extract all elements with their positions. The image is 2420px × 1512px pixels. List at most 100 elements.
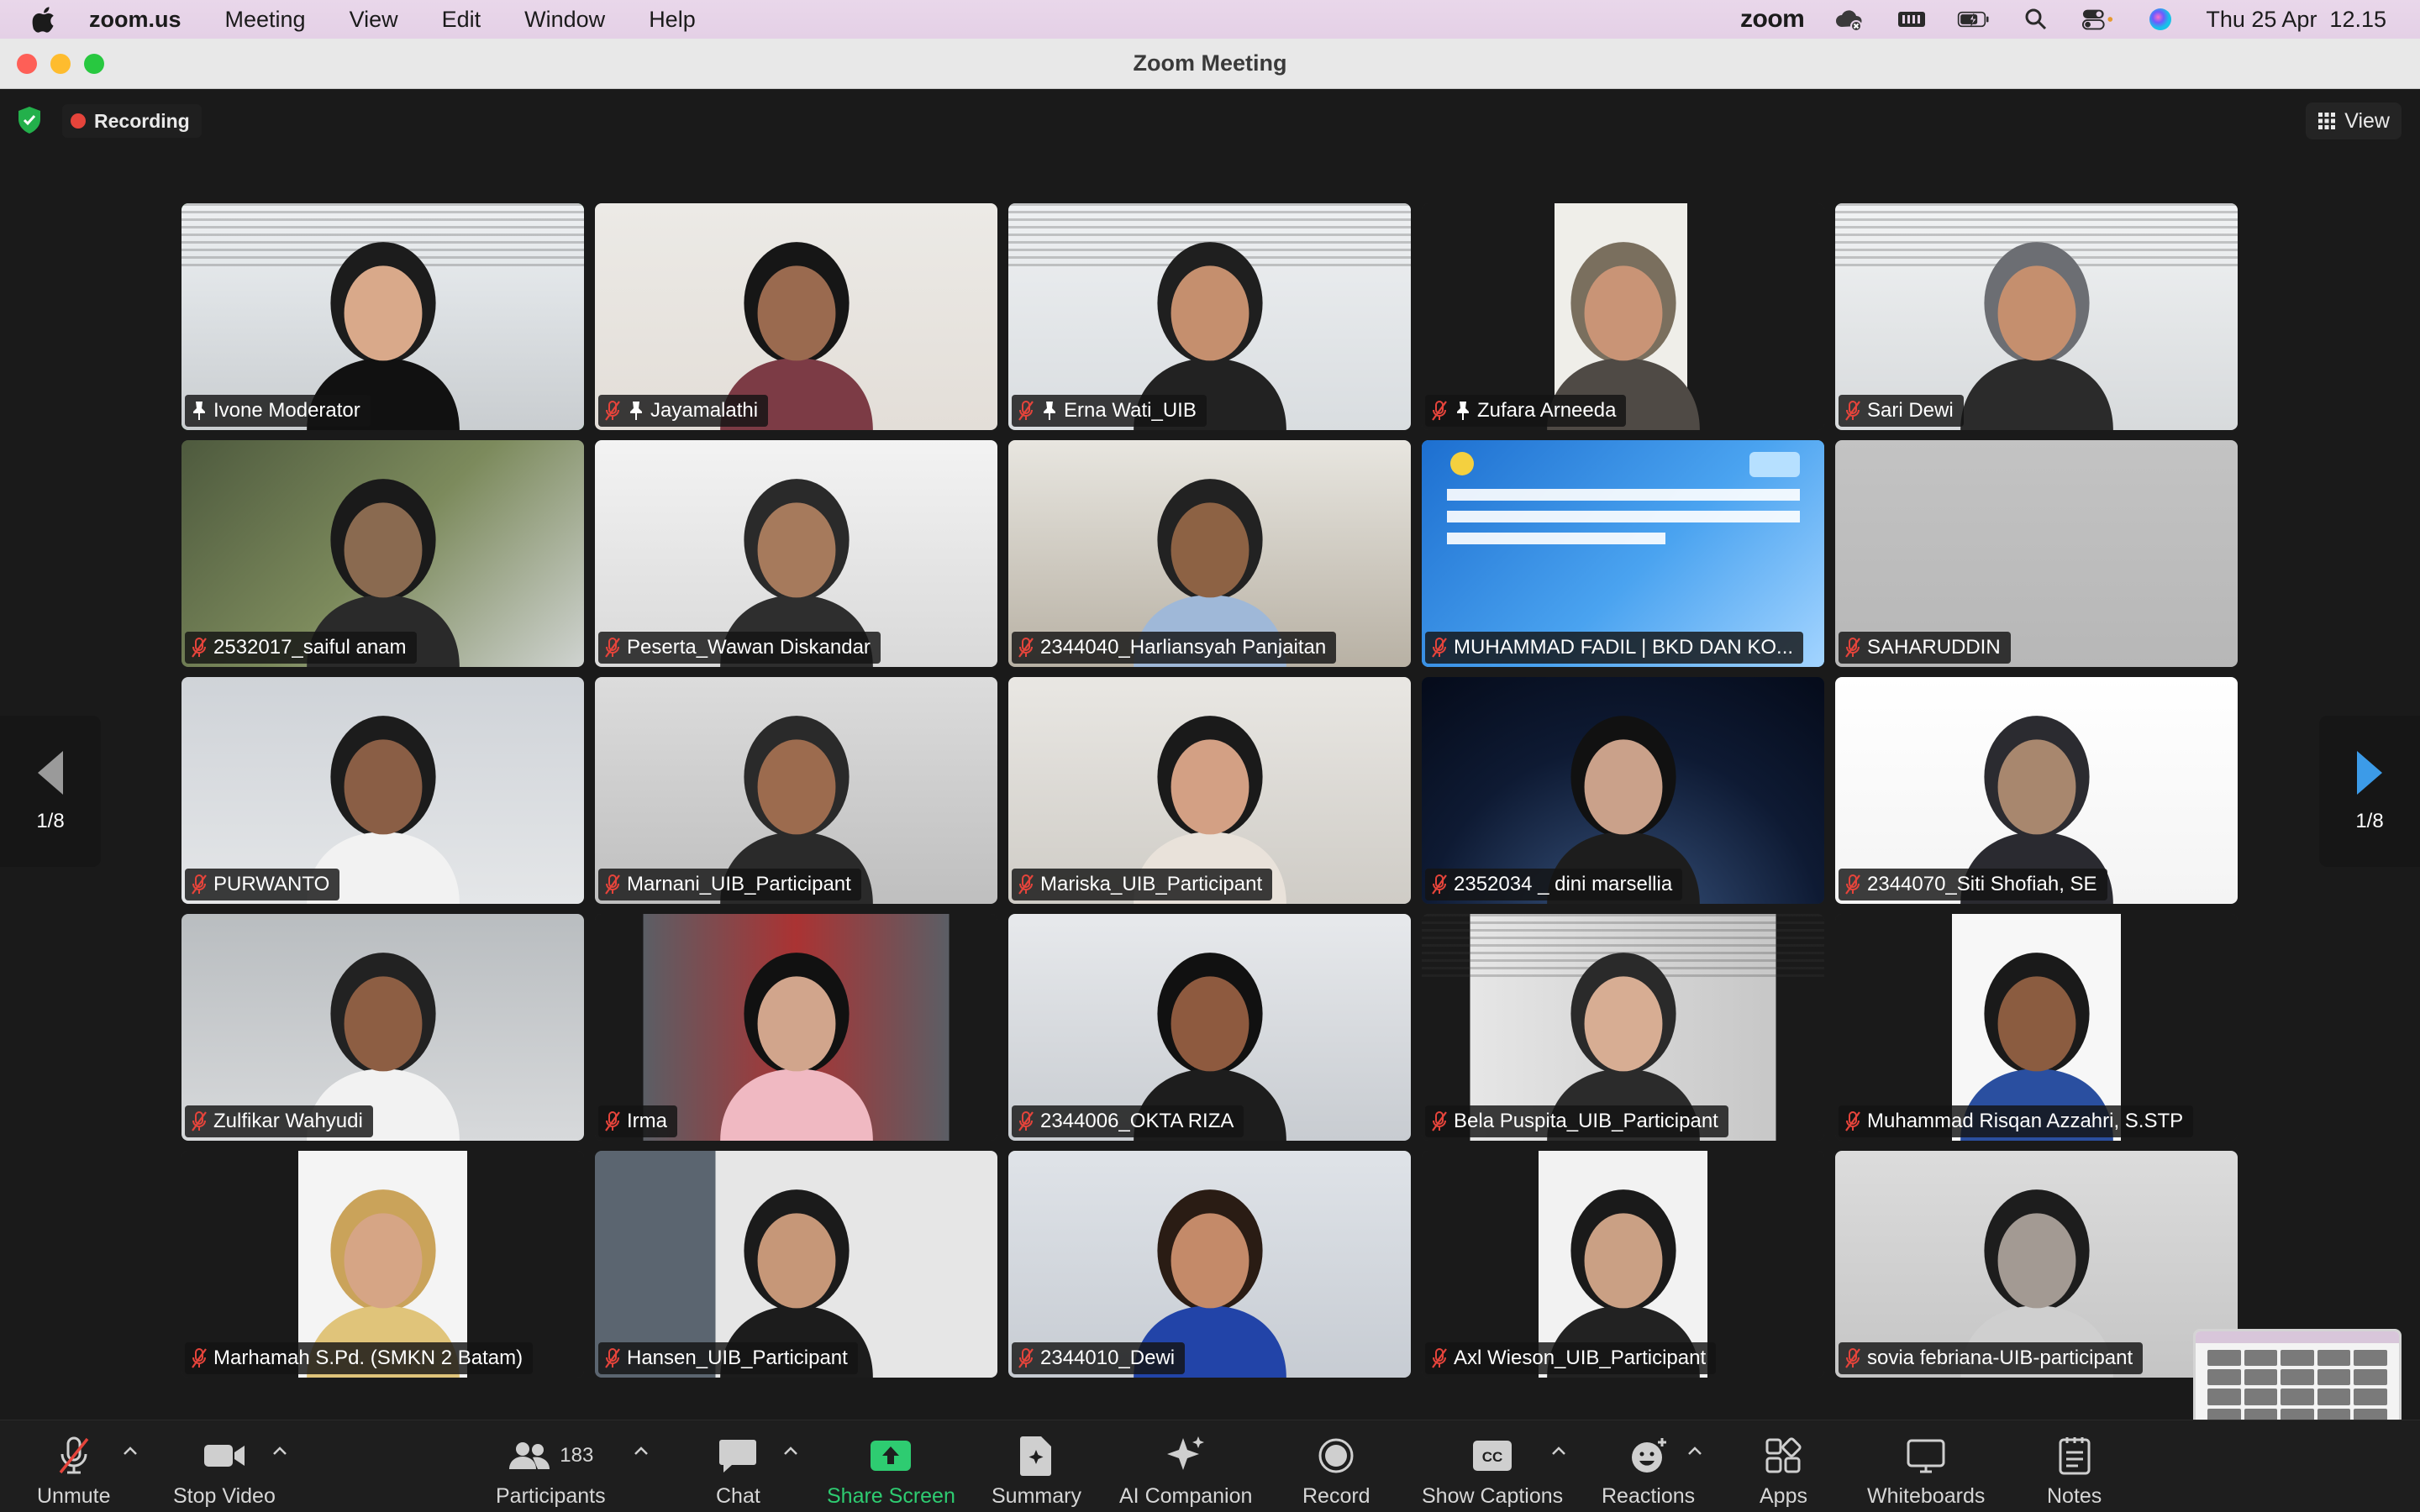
- recording-label: Recording: [94, 109, 190, 132]
- recording-indicator[interactable]: Recording: [62, 104, 202, 138]
- participant-tile[interactable]: 2344010_Dewi: [1008, 1151, 1411, 1378]
- chat-button[interactable]: Chat: [716, 1434, 760, 1509]
- menu-help[interactable]: Help: [649, 7, 696, 33]
- microphone-muted-icon: [605, 638, 620, 658]
- participant-tile[interactable]: Marhamah S.Pd. (SMKN 2 Batam): [182, 1151, 584, 1378]
- menu-edit[interactable]: Edit: [442, 7, 481, 33]
- participant-name-tag: Mariska_UIB_Participant: [1012, 869, 1273, 900]
- notes-button[interactable]: Notes: [2047, 1434, 2102, 1509]
- chat-label: Chat: [716, 1484, 760, 1508]
- participant-name-tag: Jayamalathi: [598, 395, 769, 427]
- participant-name: Jayamalathi: [650, 399, 759, 422]
- menu-window[interactable]: Window: [524, 7, 605, 33]
- zoom-status-item[interactable]: zoom: [1740, 5, 1805, 34]
- view-button[interactable]: View: [2306, 102, 2402, 139]
- show-captions-button[interactable]: CC Show Captions: [1422, 1434, 1563, 1509]
- participant-name-tag: 2344010_Dewi: [1012, 1342, 1186, 1374]
- participant-name-tag: Marhamah S.Pd. (SMKN 2 Batam): [185, 1342, 534, 1374]
- microphone-muted-icon: [1845, 401, 1860, 421]
- participant-name-tag: MUHAMMAD FADIL | BKD DAN KO...: [1425, 632, 1804, 664]
- memory-icon[interactable]: [1895, 7, 1928, 32]
- video-camera-icon: [203, 1445, 245, 1467]
- stop-video-button[interactable]: Stop Video: [173, 1434, 276, 1509]
- menu-view[interactable]: View: [350, 7, 398, 33]
- participant-tile[interactable]: Irma: [595, 914, 997, 1141]
- whiteboards-button[interactable]: Whiteboards: [1867, 1434, 1985, 1509]
- clock[interactable]: Thu 25 Apr 12.15: [2206, 7, 2386, 33]
- notes-label: Notes: [2047, 1484, 2102, 1508]
- participant-tile[interactable]: Axl Wieson_UIB_Participant: [1422, 1151, 1824, 1378]
- participant-name-tag: PURWANTO: [185, 869, 340, 900]
- participant-tile[interactable]: Bela Puspita_UIB_Participant: [1422, 914, 1824, 1141]
- microphone-muted-icon: [59, 1436, 89, 1474]
- pin-icon: [1044, 402, 1055, 420]
- record-button[interactable]: Record: [1302, 1434, 1370, 1509]
- captions-options-chevron-icon[interactable]: [1551, 1446, 1566, 1456]
- participant-name-tag: Irma: [598, 1105, 677, 1137]
- participant-name: Muhammad Risqan Azzahri, S.STP: [1867, 1110, 2184, 1132]
- reactions-button[interactable]: Reactions: [1602, 1434, 1695, 1509]
- macos-menu-bar: zoom.us Meeting View Edit Window Help zo…: [0, 0, 2420, 39]
- participant-tile[interactable]: Peserta_Wawan Diskandar: [595, 440, 997, 667]
- participant-tile[interactable]: Sari Dewi: [1835, 203, 2238, 430]
- reactions-options-chevron-icon[interactable]: [1687, 1446, 1702, 1456]
- microphone-muted-icon: [1018, 638, 1034, 658]
- ai-companion-button[interactable]: AI Companion: [1119, 1434, 1252, 1509]
- menu-meeting[interactable]: Meeting: [225, 7, 306, 33]
- participant-tile[interactable]: 2344040_Harliansyah Panjaitan: [1008, 440, 1411, 667]
- next-page-button[interactable]: 1/8: [2319, 716, 2420, 867]
- window-title-bar: Zoom Meeting: [0, 39, 2420, 89]
- microphone-muted-icon: [605, 401, 620, 421]
- apps-label: Apps: [1760, 1484, 1807, 1508]
- video-options-chevron-icon[interactable]: [272, 1446, 287, 1456]
- unmute-label: Unmute: [37, 1484, 111, 1508]
- participants-options-chevron-icon[interactable]: [634, 1446, 649, 1456]
- summary-button[interactable]: Summary: [992, 1434, 1081, 1509]
- participant-name: Marhamah S.Pd. (SMKN 2 Batam): [213, 1347, 523, 1369]
- share-screen-label: Share Screen: [827, 1484, 955, 1508]
- control-center-icon[interactable]: [2081, 7, 2115, 32]
- share-screen-button[interactable]: Share Screen: [827, 1434, 955, 1509]
- participants-button[interactable]: 183 Participants: [496, 1434, 606, 1509]
- microphone-muted-icon: [1432, 1348, 1447, 1368]
- participant-name-tag: 2352034 _ dini marsellia: [1425, 869, 1683, 900]
- participant-tile[interactable]: Zulfikar Wahyudi: [182, 914, 584, 1141]
- participant-tile[interactable]: Zufara Arneeda: [1422, 203, 1824, 430]
- participant-tile[interactable]: 2344006_OKTA RIZA: [1008, 914, 1411, 1141]
- search-icon[interactable]: [2019, 7, 2053, 32]
- participant-tile[interactable]: Hansen_UIB_Participant: [595, 1151, 997, 1378]
- stop-video-label: Stop Video: [173, 1484, 276, 1508]
- apps-button[interactable]: Apps: [1760, 1434, 1807, 1509]
- participant-tile[interactable]: 2344070_Siti Shofiah, SE: [1835, 677, 2238, 904]
- participant-tile[interactable]: Muhammad Risqan Azzahri, S.STP: [1835, 914, 2238, 1141]
- participant-tile[interactable]: Jayamalathi: [595, 203, 997, 430]
- apple-logo-icon[interactable]: [32, 5, 57, 34]
- participant-tile[interactable]: Ivone Moderator: [182, 203, 584, 430]
- participant-tile[interactable]: Mariska_UIB_Participant: [1008, 677, 1411, 904]
- meeting-toolbar: Unmute Stop Video 183 Participants Chat …: [0, 1420, 2420, 1512]
- participant-name-tag: Ivone Moderator: [185, 395, 371, 427]
- audio-options-chevron-icon[interactable]: [123, 1446, 138, 1456]
- participant-tile[interactable]: 2532017_saiful anam: [182, 440, 584, 667]
- participant-name-tag: Zulfikar Wahyudi: [185, 1105, 373, 1137]
- participant-tile[interactable]: MUHAMMAD FADIL | BKD DAN KO...: [1422, 440, 1824, 667]
- microphone-muted-icon: [1018, 874, 1034, 895]
- participant-tile[interactable]: Marnani_UIB_Participant: [595, 677, 997, 904]
- unmute-button[interactable]: Unmute: [37, 1434, 111, 1509]
- battery-icon[interactable]: [1957, 7, 1991, 32]
- participant-tile[interactable]: PURWANTO: [182, 677, 584, 904]
- participant-name-tag: Axl Wieson_UIB_Participant: [1425, 1342, 1717, 1374]
- encryption-shield-icon[interactable]: [17, 106, 42, 134]
- participant-tile[interactable]: sovia febriana-UIB-participant: [1835, 1151, 2238, 1378]
- participant-tile[interactable]: SAHARUDDIN: [1835, 440, 2238, 667]
- menu-app-name[interactable]: zoom.us: [89, 7, 182, 33]
- previous-page-button[interactable]: 1/8: [0, 716, 101, 867]
- chat-options-chevron-icon[interactable]: [783, 1446, 798, 1456]
- siri-icon[interactable]: [2144, 7, 2177, 32]
- reactions-label: Reactions: [1602, 1484, 1696, 1508]
- participant-tile[interactable]: 2352034 _ dini marsellia: [1422, 677, 1824, 904]
- participant-name-tag: Hansen_UIB_Participant: [598, 1342, 858, 1374]
- microphone-muted-icon: [1018, 401, 1034, 421]
- participant-tile[interactable]: Erna Wati_UIB: [1008, 203, 1411, 430]
- creative-cloud-icon[interactable]: [1833, 7, 1866, 32]
